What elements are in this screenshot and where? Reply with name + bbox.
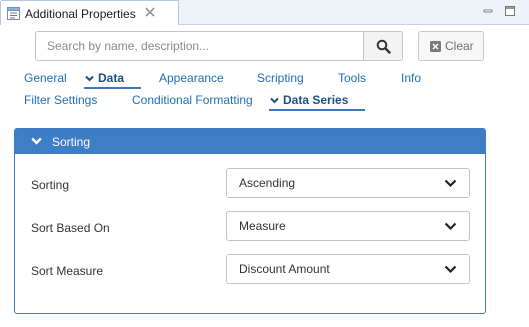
sort-based-on-label: Sort Based On [31,221,110,235]
clear-button[interactable]: Clear [418,31,484,61]
sorting-panel-header[interactable]: Sorting [15,129,485,154]
chevron-down-icon [444,222,457,231]
clear-x-icon [430,41,441,52]
tab-data-label: Data [98,71,125,85]
chevron-down-icon [270,97,279,104]
chevron-down-icon [85,75,94,82]
sorting-value: Ascending [239,176,296,190]
sort-based-on-select[interactable]: Measure [226,211,470,241]
search-icon [376,39,391,54]
tab-data-series-label: Data Series [283,93,349,107]
sort-measure-select[interactable]: Discount Amount [226,254,470,284]
search-input[interactable] [36,32,363,60]
tab-info[interactable]: Info [401,71,421,85]
sort-based-on-value: Measure [239,219,286,233]
tab-data-series-underline [269,109,365,111]
tab-filter-settings[interactable]: Filter Settings [24,93,97,107]
search-box [35,31,403,61]
properties-tab[interactable]: Additional Properties [0,0,179,25]
sorting-select[interactable]: Ascending [226,168,470,198]
maximize-icon[interactable] [503,4,517,18]
clear-label: Clear [445,39,474,53]
panel-title: Sorting [52,135,91,149]
title-bar: Additional Properties [0,0,529,25]
sorting-label: Sorting [31,178,70,192]
sort-measure-label: Sort Measure [31,264,104,278]
tab-conditional-formatting[interactable]: Conditional Formatting [132,93,253,107]
tab-data-series[interactable]: Data Series [270,93,348,107]
chevron-down-icon [31,137,42,145]
tab-data-underline [84,87,141,89]
sorting-panel: Sorting Sorting Ascending Sort Based On … [14,128,486,314]
chevron-down-icon [444,179,457,188]
properties-icon [7,7,20,20]
minimize-icon[interactable] [481,4,495,18]
tab-title: Additional Properties [25,7,136,21]
close-icon[interactable] [144,6,156,18]
search-button[interactable] [363,32,402,60]
tab-appearance[interactable]: Appearance [159,71,224,85]
tab-tools[interactable]: Tools [338,71,366,85]
sort-measure-value: Discount Amount [239,262,330,276]
chevron-down-icon [444,265,457,274]
tab-general[interactable]: General [24,71,67,85]
tab-data[interactable]: Data [85,71,124,85]
tab-scripting[interactable]: Scripting [257,71,304,85]
